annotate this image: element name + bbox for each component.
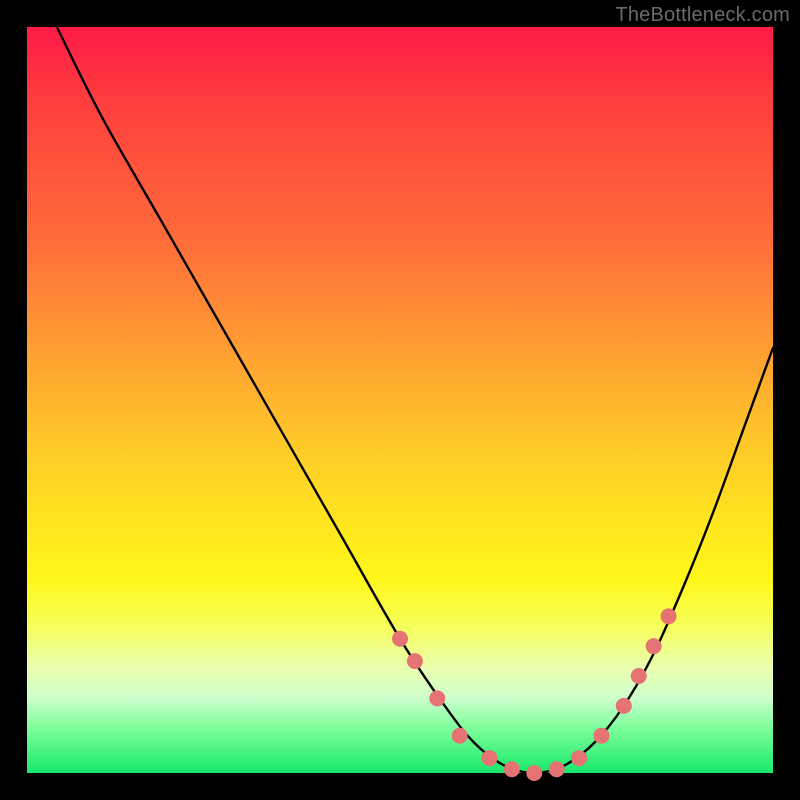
- highlight-marker: [549, 761, 565, 777]
- highlight-marker: [482, 750, 498, 766]
- highlight-marker: [593, 728, 609, 744]
- highlight-marker: [429, 690, 445, 706]
- highlight-marker: [646, 638, 662, 654]
- highlight-marker: [392, 631, 408, 647]
- highlighted-points-group: [392, 608, 677, 781]
- chart-frame: TheBottleneck.com: [0, 0, 800, 800]
- highlight-marker: [571, 750, 587, 766]
- highlight-marker: [631, 668, 647, 684]
- highlight-marker: [661, 608, 677, 624]
- highlight-marker: [526, 765, 542, 781]
- highlight-marker: [504, 761, 520, 777]
- highlight-marker: [452, 728, 468, 744]
- highlight-marker: [616, 698, 632, 714]
- watermark-label: TheBottleneck.com: [615, 4, 790, 27]
- chart-overlay-svg: [27, 27, 773, 773]
- highlight-marker: [407, 653, 423, 669]
